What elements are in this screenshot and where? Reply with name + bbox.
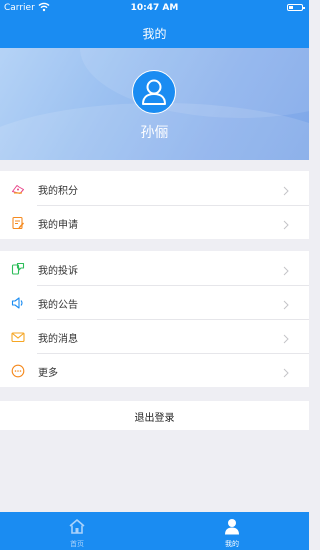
- profile-header: 孙俪: [0, 48, 309, 160]
- menu-item-label: 更多: [38, 368, 58, 379]
- message-icon: [11, 329, 25, 343]
- menu-group-1: 我的积分 我的申请: [0, 171, 309, 239]
- menu-item-announcement[interactable]: 我的公告: [0, 285, 309, 319]
- user-icon: [223, 518, 241, 535]
- chevron-right-icon: [281, 296, 291, 310]
- status-bar: Carrier 10:47 AM: [0, 0, 309, 16]
- logout-button[interactable]: 退出登录: [0, 401, 309, 430]
- complaint-icon: [11, 261, 25, 275]
- user-icon: [142, 79, 166, 105]
- menu-item-label: 我的申请: [38, 220, 78, 231]
- chevron-right-icon: [281, 182, 291, 196]
- announcement-icon: [11, 295, 25, 309]
- chevron-right-icon: [281, 330, 291, 344]
- chevron-right-icon: [281, 216, 291, 230]
- user-name: 孙俪: [140, 125, 169, 141]
- tab-bar: 首页 我的: [0, 512, 309, 550]
- tab-mine[interactable]: 我的: [155, 512, 309, 550]
- menu-item-label: 我的消息: [38, 334, 78, 345]
- menu-item-complaint[interactable]: 我的投诉: [0, 251, 309, 285]
- page-title: 我的: [142, 27, 167, 41]
- battery-icon: [287, 4, 305, 11]
- application-icon: [11, 215, 25, 230]
- menu-item-message[interactable]: 我的消息: [0, 319, 309, 353]
- status-time: 10:47 AM: [130, 3, 179, 13]
- chevron-right-icon: [281, 364, 291, 378]
- menu-item-application[interactable]: 我的申请: [0, 205, 309, 239]
- menu-item-label: 我的积分: [38, 186, 78, 197]
- menu-item-points[interactable]: 我的积分: [0, 171, 309, 205]
- tab-label: 首页: [70, 540, 84, 548]
- points-icon: [11, 181, 25, 195]
- more-icon: [11, 363, 25, 378]
- logout-label: 退出登录: [134, 413, 175, 424]
- menu-item-label: 我的投诉: [38, 266, 78, 277]
- avatar[interactable]: [132, 70, 176, 114]
- menu-item-label: 我的公告: [38, 300, 78, 311]
- menu-group-2: 我的投诉 我的公告 我的消息 更多: [0, 251, 309, 387]
- nav-bar: 我的: [0, 16, 309, 48]
- home-icon: [68, 518, 86, 535]
- menu-item-more[interactable]: 更多: [0, 353, 309, 387]
- tab-label: 我的: [225, 540, 239, 548]
- chevron-right-icon: [281, 262, 291, 276]
- tab-home[interactable]: 首页: [0, 512, 154, 550]
